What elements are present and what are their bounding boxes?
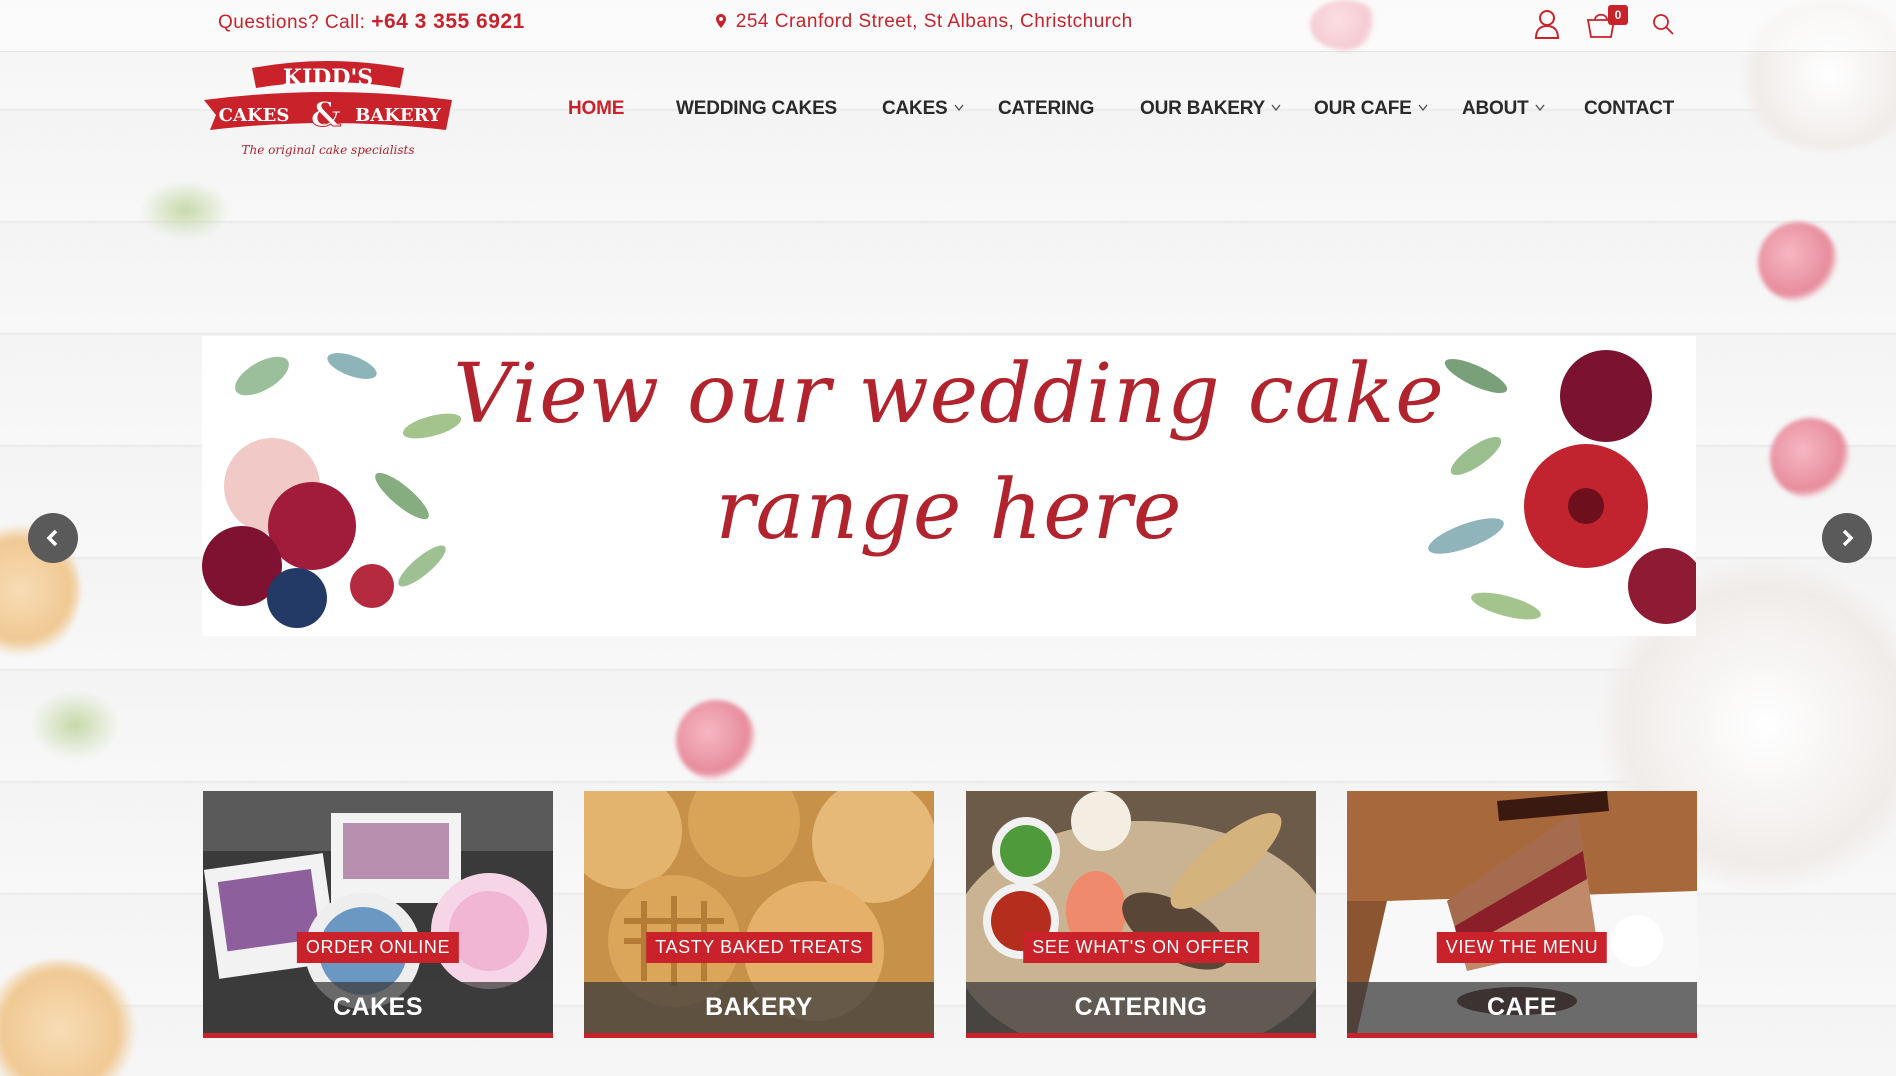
nav-item-home[interactable]: HOME <box>568 98 624 120</box>
card-tag: ORDER ONLINE <box>296 932 460 963</box>
hero-headline-line1: View our wedding cake <box>453 347 1445 442</box>
nav-item-wedding-cakes[interactable]: WEDDING CAKES <box>676 98 837 120</box>
card-title-bar: CAKES <box>203 982 553 1033</box>
chevron-down-icon <box>1418 104 1428 112</box>
address: 254 Cranford Street, St Albans, Christch… <box>716 11 1133 33</box>
card-bakery[interactable]: TASTY BAKED TREATS BAKERY <box>584 791 934 1038</box>
nav-item-catering[interactable]: CATERING <box>998 98 1094 120</box>
slider-next-button[interactable] <box>1822 513 1872 563</box>
phone-label: Questions? Call: <box>218 12 366 33</box>
hero-headline-line2: range here <box>715 463 1183 558</box>
card-catering[interactable]: SEE WHAT'S ON OFFER CATERING <box>966 791 1316 1038</box>
logo-bakery: BAKERY <box>355 105 442 126</box>
hero-banner[interactable]: View our wedding cake range here <box>202 336 1696 636</box>
card-title-bar: CAFE <box>1347 982 1697 1033</box>
card-title: BAKERY <box>705 993 813 1021</box>
nav-item-our-bakery[interactable]: OUR BAKERY <box>1140 98 1281 120</box>
logo-title: KIDD'S <box>283 65 373 91</box>
address-text: 254 Cranford Street, St Albans, Christch… <box>735 11 1133 32</box>
chevron-down-icon <box>953 104 964 112</box>
map-pin-icon <box>716 14 726 28</box>
card-title: CATERING <box>1074 993 1208 1021</box>
card-title-bar: BAKERY <box>584 982 934 1033</box>
kidds-logo[interactable]: KIDD'S CAKES & BAKERY The original cake … <box>202 60 454 160</box>
chevron-right-icon <box>1842 529 1854 547</box>
card-title: CAFE <box>1486 993 1558 1021</box>
logo-tagline: The original cake specialists <box>241 143 414 157</box>
logo-cakes: CAKES <box>219 105 290 126</box>
card-tag: SEE WHAT'S ON OFFER <box>1023 932 1259 963</box>
card-tag: TASTY BAKED TREATS <box>646 932 872 963</box>
pastry-decoration <box>0 960 140 1076</box>
leaf-decoration <box>30 690 120 760</box>
nav-item-about[interactable]: ABOUT <box>1462 98 1545 120</box>
slider-prev-button[interactable] <box>28 513 78 563</box>
nav-item-cakes[interactable]: CAKES <box>882 98 964 120</box>
nav-item-our-cafe[interactable]: OUR CAFE <box>1314 98 1428 120</box>
card-title-bar: CATERING <box>966 982 1316 1033</box>
chevron-down-icon <box>1271 104 1281 112</box>
cart-count-badge: 0 <box>1608 5 1628 25</box>
logo-ampersand: & <box>311 95 342 135</box>
card-title: CAKES <box>332 993 423 1021</box>
card-cakes[interactable]: ORDER ONLINE CAKES <box>203 791 553 1038</box>
raspberry-decoration <box>1758 222 1838 302</box>
chevron-down-icon <box>1535 104 1545 112</box>
card-tag: VIEW THE MENU <box>1436 932 1608 963</box>
nav-item-contact[interactable]: CONTACT <box>1584 98 1674 120</box>
search-icon[interactable] <box>1651 12 1675 36</box>
chevron-left-icon <box>46 529 58 547</box>
raspberry-decoration <box>1770 418 1850 498</box>
raspberry-decoration <box>676 700 756 780</box>
card-cafe[interactable]: VIEW THE MENU CAFE <box>1347 791 1697 1038</box>
phone-contact[interactable]: Questions? Call: +64 3 355 6921 <box>218 10 525 34</box>
user-account-icon[interactable] <box>1534 9 1560 39</box>
phone-number[interactable]: +64 3 355 6921 <box>371 10 525 33</box>
leaf-decoration <box>140 180 230 240</box>
